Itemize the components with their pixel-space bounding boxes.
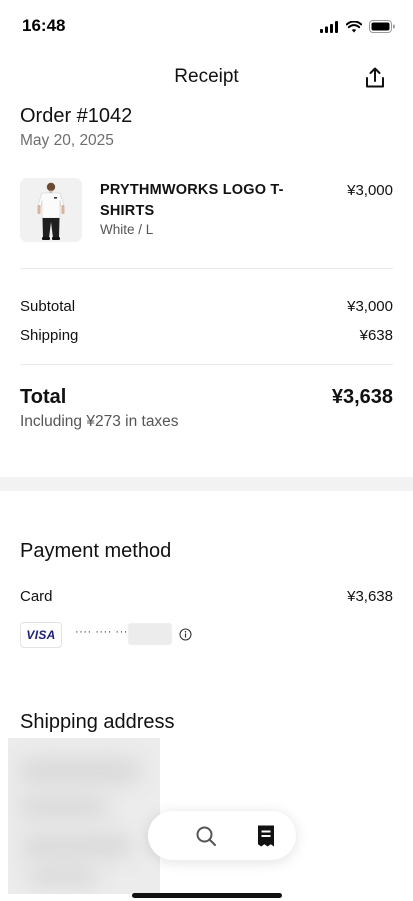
tab-bar: [148, 811, 296, 860]
visa-logo: VISA: [20, 622, 62, 648]
product-thumbnail: [20, 178, 82, 242]
status-time: 16:48: [22, 16, 66, 35]
shipping-value: ¥638: [359, 327, 393, 344]
line-item[interactable]: PRYTHMWORKS LOGO T-SHIRTS White / L ¥3,0…: [20, 178, 393, 242]
card-label: Card: [20, 588, 53, 605]
payment-method-title: Payment method: [20, 540, 172, 562]
divider: [20, 268, 393, 269]
shipping-address-redacted: [8, 738, 160, 894]
divider: [20, 364, 393, 365]
section-separator: [0, 477, 413, 491]
receipt-icon: [258, 825, 274, 847]
info-icon[interactable]: [179, 628, 192, 641]
product-variant: White / L: [100, 222, 154, 237]
product-name: PRYTHMWORKS LOGO T-SHIRTS: [100, 182, 284, 219]
search-icon: [196, 826, 216, 846]
tab-search[interactable]: [194, 824, 218, 848]
subtotal-value: ¥3,000: [347, 298, 393, 315]
home-indicator: [132, 893, 282, 898]
product-price: ¥3,000: [347, 182, 393, 199]
page-title: Receipt: [174, 66, 239, 87]
tax-note: Including ¥273 in taxes: [20, 413, 179, 430]
wifi-icon: [346, 20, 362, 32]
total-value: ¥3,638: [331, 386, 393, 408]
shipping-label: Shipping: [20, 327, 79, 344]
order-title: Order #1042: [20, 105, 133, 127]
status-bar: 16:48: [0, 0, 413, 52]
subtotal-label: Subtotal: [20, 298, 76, 315]
shipping-address-title: Shipping address: [20, 711, 175, 733]
cellular-signal-icon: [320, 20, 338, 33]
share-button[interactable]: [363, 66, 387, 90]
battery-icon: [369, 20, 395, 33]
subtotal-row: Subtotal ¥3,000: [20, 298, 393, 318]
card-number-redacted: [128, 623, 172, 645]
card-amount: ¥3,638: [347, 588, 393, 605]
card-number-masked: ···· ···· ···: [75, 626, 128, 638]
tshirt-model-image: [37, 182, 65, 240]
shipping-row: Shipping ¥638: [20, 327, 393, 347]
share-icon: [366, 67, 384, 88]
tab-orders[interactable]: [255, 824, 277, 848]
order-date: May 20, 2025: [20, 132, 114, 149]
total-label: Total: [20, 386, 67, 408]
status-icons: [320, 20, 395, 33]
